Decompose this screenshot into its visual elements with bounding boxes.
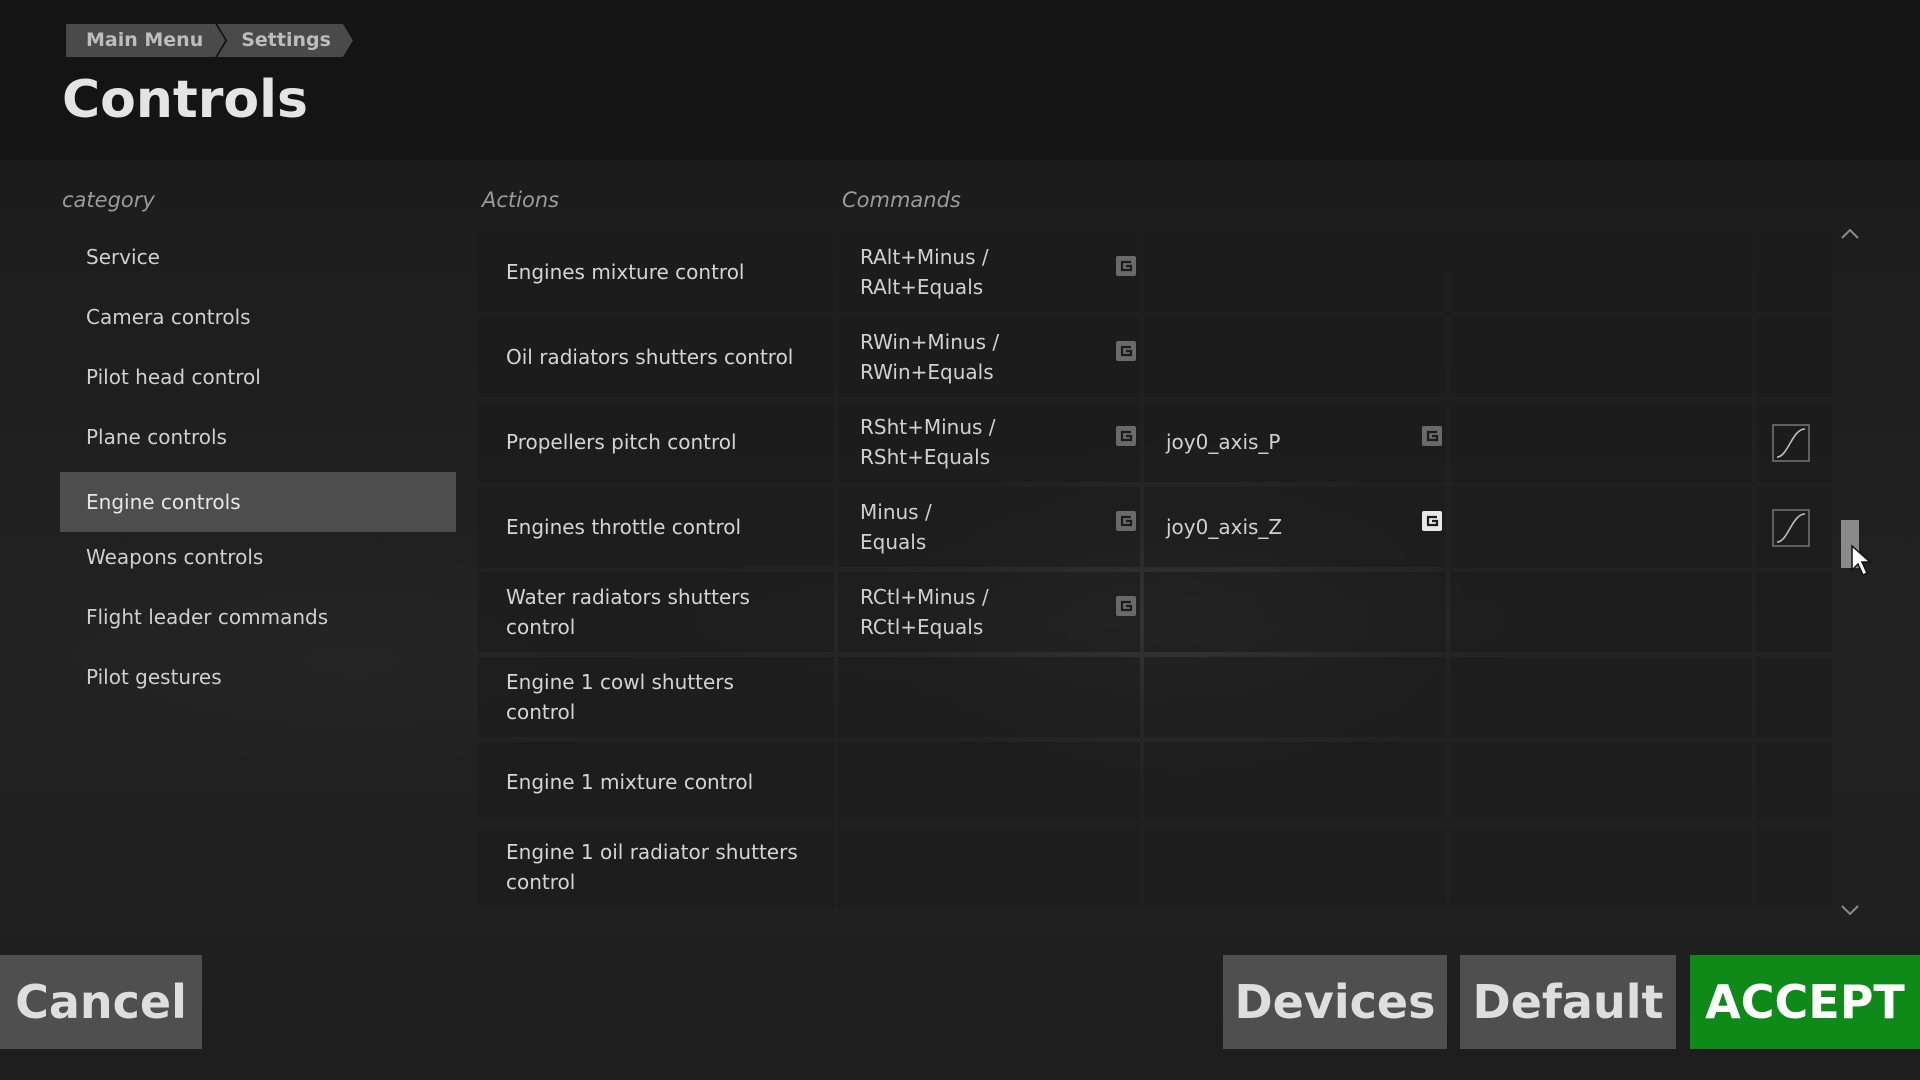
command-1-text: Minus / Equals — [860, 500, 932, 554]
command-slot-1[interactable]: RAlt+Minus / RAlt+Equals — [838, 232, 1140, 312]
accept-button[interactable]: ACCEPT — [1690, 955, 1920, 1049]
command-slot-3[interactable] — [1450, 657, 1752, 737]
command-1-text: RAlt+Minus / RAlt+Equals — [860, 245, 989, 299]
command-slot-1[interactable] — [838, 657, 1140, 737]
action-label: Engine 1 cowl shutters control — [506, 670, 734, 724]
command-slot-3[interactable] — [1450, 572, 1752, 652]
category-header: category — [62, 188, 155, 212]
clear-binding-icon[interactable] — [1422, 426, 1442, 446]
commands-header: Commands — [842, 188, 961, 212]
action-label: Oil radiators shutters control — [506, 345, 794, 369]
command-slot-1[interactable]: Minus / Equals — [838, 487, 1140, 567]
category-item-camera-controls[interactable]: Camera controls — [60, 292, 456, 352]
action-cell: Propellers pitch control — [478, 402, 834, 482]
action-label: Engine 1 oil radiator shutters control — [506, 840, 798, 894]
command-slot-2[interactable] — [1144, 232, 1446, 312]
action-cell: Engines throttle control — [478, 487, 834, 567]
table-row[interactable]: Engine 1 mixture control — [478, 742, 1832, 822]
category-item-pilot-head-control[interactable]: Pilot head control — [60, 352, 456, 412]
table-row[interactable]: Oil radiators shutters control RWin+Minus… — [478, 317, 1832, 397]
clear-binding-icon[interactable] — [1116, 426, 1136, 446]
category-item-flight-leader-commands[interactable]: Flight leader commands — [60, 592, 456, 652]
axis-curve-cell[interactable] — [1756, 402, 1832, 482]
axis-curve-icon[interactable] — [1772, 509, 1810, 547]
command-2-text: joy0_axis_Z — [1166, 515, 1283, 539]
command-slot-3[interactable] — [1450, 317, 1752, 397]
category-list: Service Camera controls Pilot head contr… — [60, 232, 456, 712]
axis-curve-cell — [1756, 317, 1832, 397]
command-slot-2[interactable] — [1144, 572, 1446, 652]
action-label: Propellers pitch control — [506, 430, 737, 454]
table-row[interactable]: Engine 1 oil radiator shutters control — [478, 827, 1832, 907]
action-label: Engines mixture control — [506, 260, 745, 284]
category-item-service[interactable]: Service — [60, 232, 456, 292]
clear-binding-icon[interactable] — [1116, 256, 1136, 276]
scroll-down-icon[interactable] — [1838, 900, 1862, 920]
action-cell: Engine 1 mixture control — [478, 742, 834, 822]
default-button[interactable]: Default — [1460, 955, 1676, 1049]
table-row[interactable]: Engines throttle control Minus / Equals joy… — [478, 487, 1832, 567]
command-slot-3[interactable] — [1450, 827, 1752, 907]
axis-curve-cell — [1756, 827, 1832, 907]
category-item-plane-controls[interactable]: Plane controls — [60, 412, 456, 472]
action-label: Water radiators shutters control — [506, 585, 750, 639]
axis-curve-cell — [1756, 657, 1832, 737]
category-item-engine-controls[interactable]: Engine controls — [60, 472, 456, 532]
mouse-cursor-icon — [1851, 544, 1872, 577]
clear-binding-icon[interactable] — [1422, 511, 1442, 531]
table-row[interactable]: Propellers pitch control RSht+Minus / RSht… — [478, 402, 1832, 482]
command-slot-1[interactable]: RWin+Minus / RWin+Equals — [838, 317, 1140, 397]
axis-curve-cell[interactable] — [1756, 487, 1832, 567]
command-slot-1[interactable]: RSht+Minus / RSht+Equals — [838, 402, 1140, 482]
command-slot-2[interactable] — [1144, 317, 1446, 397]
table-row[interactable]: Engine 1 cowl shutters control — [478, 657, 1832, 737]
command-slot-2[interactable] — [1144, 657, 1446, 737]
cancel-button[interactable]: Cancel — [0, 955, 202, 1049]
command-slot-2[interactable] — [1144, 742, 1446, 822]
action-label: Engine 1 mixture control — [506, 770, 754, 794]
clear-binding-icon[interactable] — [1116, 341, 1136, 361]
table-row[interactable]: Water radiators shutters control RCtl+Min… — [478, 572, 1832, 652]
command-slot-2[interactable]: joy0_axis_P — [1144, 402, 1446, 482]
action-label: Engines throttle control — [506, 515, 742, 539]
command-slot-1[interactable] — [838, 827, 1140, 907]
command-slot-2[interactable] — [1144, 827, 1446, 907]
command-1-text: RSht+Minus / RSht+Equals — [860, 415, 996, 469]
action-cell: Engine 1 oil radiator shutters control — [478, 827, 834, 907]
category-item-pilot-gestures[interactable]: Pilot gestures — [60, 652, 456, 712]
category-item-weapons-controls[interactable]: Weapons controls — [60, 532, 456, 592]
clear-binding-icon[interactable] — [1116, 511, 1136, 531]
bindings-table: Engines mixture control RAlt+Minus / RAlt+… — [478, 232, 1832, 918]
command-slot-1[interactable]: RCtl+Minus / RCtl+Equals — [838, 572, 1140, 652]
command-2-text: joy0_axis_P — [1166, 430, 1281, 454]
action-cell: Water radiators shutters control — [478, 572, 834, 652]
action-cell: Engine 1 cowl shutters control — [478, 657, 834, 737]
axis-curve-cell — [1756, 232, 1832, 312]
clear-binding-icon[interactable] — [1116, 596, 1136, 616]
breadcrumb-main-menu[interactable]: Main Menu — [66, 24, 225, 57]
axis-curve-cell — [1756, 742, 1832, 822]
breadcrumb: Main Menu Settings — [66, 24, 353, 57]
axis-curve-cell — [1756, 572, 1832, 652]
actions-header: Actions — [482, 188, 560, 212]
scroll-up-icon[interactable] — [1838, 224, 1862, 244]
breadcrumb-settings[interactable]: Settings — [217, 24, 353, 57]
command-slot-3[interactable] — [1450, 232, 1752, 312]
command-slot-2[interactable]: joy0_axis_Z — [1144, 487, 1446, 567]
axis-curve-icon[interactable] — [1772, 424, 1810, 462]
devices-button[interactable]: Devices — [1223, 955, 1447, 1049]
command-slot-3[interactable] — [1450, 402, 1752, 482]
action-cell: Engines mixture control — [478, 232, 834, 312]
action-cell: Oil radiators shutters control — [478, 317, 834, 397]
command-1-text: RWin+Minus / RWin+Equals — [860, 330, 1000, 384]
command-slot-3[interactable] — [1450, 742, 1752, 822]
command-1-text: RCtl+Minus / RCtl+Equals — [860, 585, 989, 639]
table-row[interactable]: Engines mixture control RAlt+Minus / RAlt+… — [478, 232, 1832, 312]
command-slot-3[interactable] — [1450, 487, 1752, 567]
command-slot-1[interactable] — [838, 742, 1140, 822]
page-title: Controls — [62, 70, 308, 130]
